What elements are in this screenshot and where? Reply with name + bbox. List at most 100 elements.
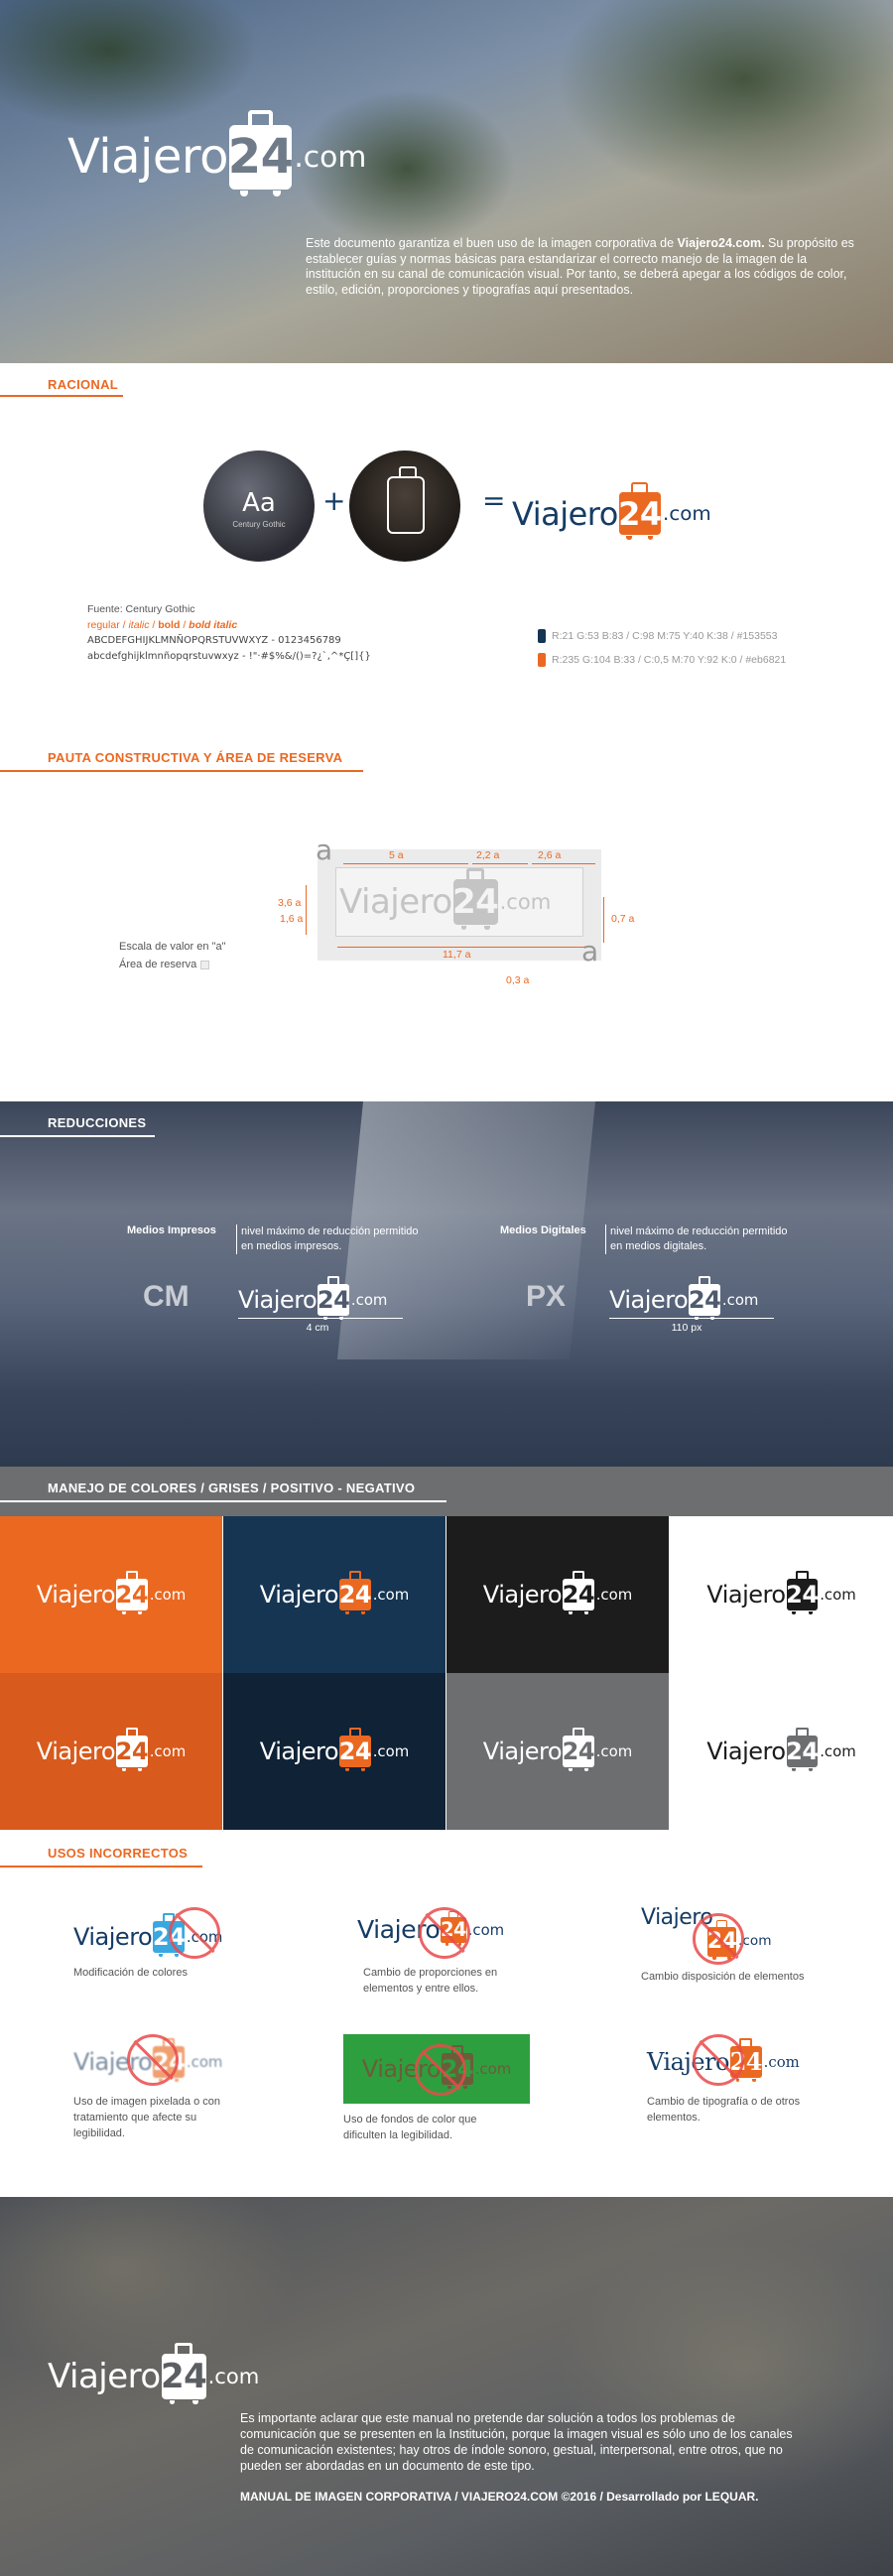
- prohibited-icon: [693, 1913, 744, 1965]
- print-media-label: Medios Impresos: [127, 1224, 216, 1236]
- wrong-use-typography: Viajero 24 .com Cambio de tipografía o d…: [647, 2034, 800, 2124]
- suitcase-circle: [349, 451, 460, 562]
- wrong-use-colors: Viajero 24 .com Modificación de colores: [73, 1907, 222, 1979]
- dim-2-2a: 2,2 a: [476, 849, 500, 861]
- digital-media-label: Medios Digitales: [500, 1224, 586, 1236]
- typography-circle: Aa Century Gothic: [203, 451, 315, 562]
- print-unit: CM: [143, 1280, 190, 1313]
- dim-0-7a: 0,7 a: [611, 913, 635, 925]
- prohibited-icon: [693, 2034, 744, 2086]
- equals-sign: =: [482, 484, 506, 517]
- suitcase-icon: 24: [452, 868, 499, 930]
- variant-logo: Viajero 24 .com: [37, 1728, 186, 1771]
- suitcase-icon: 24: [339, 1571, 372, 1614]
- dim-11-7a: 11,7 a: [443, 949, 471, 961]
- suitcase-icon: 24: [116, 1728, 149, 1771]
- section-rule: [0, 1500, 446, 1502]
- construction-grid: Viajero 24 .com: [318, 849, 601, 961]
- navy-swatch: [538, 629, 546, 643]
- wrong-use-background: Viajero 24 .com Uso de fondos de color q…: [343, 2034, 530, 2141]
- section-title-usos: USOS INCORRECTOS: [48, 1846, 189, 1861]
- variant-logo: Viajero 24 .com: [706, 1728, 856, 1771]
- footer-logo: Viajero 24 .com: [48, 2343, 259, 2404]
- uppercase-sample: ABCDEFGHIJKLMNÑOPQRSTUVWXYZ - 0123456789: [87, 635, 341, 646]
- print-size: 4 cm: [306, 1322, 329, 1334]
- suitcase-icon: 24: [318, 1276, 350, 1320]
- unit-a-top: a: [316, 834, 333, 866]
- prohibited-icon: [169, 1907, 220, 1959]
- suitcase-icon: 24: [563, 1728, 595, 1771]
- reducciones-section: REDUCCIONES Medios Impresos nivel máximo…: [0, 1101, 893, 1467]
- hero-section: Viajero 24 .com Este documento garantiza…: [0, 0, 893, 363]
- suitcase-icon: 24: [339, 1728, 372, 1771]
- variant-logo: Viajero 24 .com: [483, 1728, 632, 1771]
- section-title-racional: RACIONAL: [48, 377, 119, 392]
- print-media-desc: nivel máximo de reducción permitido en m…: [236, 1224, 431, 1254]
- color-variant-tile: Viajero 24 .com: [446, 1516, 669, 1673]
- prohibited-icon: [419, 1907, 470, 1959]
- reserve-area-swatch: [200, 960, 210, 969]
- hero-intro-text: Este documento garantiza el buen uso de …: [306, 236, 854, 297]
- suitcase-icon: 24: [116, 1571, 149, 1614]
- suitcase-icon: 24: [618, 481, 662, 540]
- color-variant-tile: Viajero 24 .com: [223, 1673, 446, 1830]
- grid-logo: Viajero 24 .com: [339, 868, 551, 930]
- pauta-section: PAUTA CONSTRUCTIVA Y ÁREA DE RESERVA Via…: [0, 734, 893, 1101]
- section-title-pauta: PAUTA CONSTRUCTIVA Y ÁREA DE RESERVA: [48, 750, 343, 765]
- section-rule: [0, 1135, 155, 1137]
- suitcase-icon: 24: [786, 1571, 819, 1614]
- section-rule: [0, 1866, 202, 1868]
- wrong-use-pixelated: Viajero 24 .com Uso de imagen pixelada o…: [73, 2034, 222, 2139]
- digital-unit: PX: [526, 1280, 567, 1313]
- section-rule: [0, 770, 363, 772]
- footer-text: Es importante aclarar que este manual no…: [240, 2411, 793, 2473]
- variant-logo: Viajero 24 .com: [260, 1571, 409, 1614]
- section-rule: [0, 395, 123, 397]
- suitcase-icon: 24: [563, 1571, 595, 1614]
- dim-2-6a: 2,6 a: [538, 849, 562, 861]
- dim-1-6a: 1,6 a: [280, 913, 304, 925]
- font-specimen: Fuente: Century Gothic regular / italic …: [87, 601, 371, 665]
- color-variant-tile: Viajero 24 .com: [0, 1516, 222, 1673]
- variant-logo: Viajero 24 .com: [483, 1571, 632, 1614]
- colores-section: MANEJO DE COLORES / GRISES / POSITIVO - …: [0, 1467, 893, 1830]
- brand-manual-page: Viajero 24 .com Este documento garantiza…: [0, 0, 893, 2576]
- dim-5a: 5 a: [389, 849, 404, 861]
- palm-foliage: [556, 0, 893, 198]
- digital-size: 110 px: [671, 1322, 702, 1334]
- color-variant-tile: Viajero 24 .com: [0, 1673, 222, 1830]
- map-texture: [0, 2197, 298, 2376]
- digital-media-desc: nivel máximo de reducción permitido en m…: [605, 1224, 800, 1254]
- wrong-use-proportions: Viajero 24 .com Cambio de proporciones e…: [357, 1907, 504, 1995]
- suitcase-icon: 24: [786, 1728, 819, 1771]
- pauta-legend: Escala de valor en "a" Área de reserva: [119, 941, 226, 970]
- hero-logo: Viajero 24 .com: [67, 109, 366, 196]
- suitcase-icon: 24: [689, 1276, 721, 1320]
- color-spec-orange: R:235 G:104 B:33 / C:0,5 M:70 Y:92 K:0 /…: [538, 653, 786, 667]
- unit-a-bottom: a: [581, 935, 599, 967]
- orange-swatch: [538, 653, 546, 667]
- footer-section: Viajero 24 .com Es importante aclarar qu…: [0, 2197, 893, 2576]
- color-variant-tile: Viajero 24 .com: [446, 1673, 669, 1830]
- font-styles: regular / italic / bold / bold italic: [87, 619, 238, 631]
- suitcase-outline-icon: [387, 466, 425, 534]
- section-title-colores: MANEJO DE COLORES / GRISES / POSITIVO - …: [48, 1481, 416, 1495]
- variant-logo: Viajero 24 .com: [37, 1571, 186, 1614]
- color-variant-tile: Viajero 24 .com: [670, 1673, 893, 1830]
- variant-logo: Viajero 24 .com: [706, 1571, 856, 1614]
- section-title-reducciones: REDUCCIONES: [48, 1115, 147, 1130]
- dim-0-3a: 0,3 a: [506, 974, 530, 986]
- color-spec-navy: R:21 G:53 B:83 / C:98 M:75 Y:40 K:38 / #…: [538, 629, 777, 643]
- racional-logo: Viajero 24 .com: [512, 481, 711, 540]
- prohibited-icon: [127, 2034, 179, 2086]
- suitcase-icon: 24: [228, 109, 294, 196]
- prohibited-icon: [415, 2044, 466, 2096]
- dim-3-6a: 3,6 a: [278, 897, 302, 909]
- lowercase-sample: abcdefghijklmnñopqrstuvwxyz - !"·#$%&/()…: [87, 651, 371, 662]
- footer-credit: MANUAL DE IMAGEN CORPORATIVA / VIAJERO24…: [240, 2490, 759, 2504]
- digital-logo: Viajero 24 .com: [609, 1276, 758, 1320]
- wrong-use-disposition: Viajero 24 .com Cambio disposición de el…: [641, 1905, 805, 1984]
- print-logo: Viajero 24 .com: [238, 1276, 387, 1320]
- racional-section: RACIONAL Aa Century Gothic + = Viajero 2…: [0, 363, 893, 734]
- font-source: Fuente: Century Gothic: [87, 603, 195, 615]
